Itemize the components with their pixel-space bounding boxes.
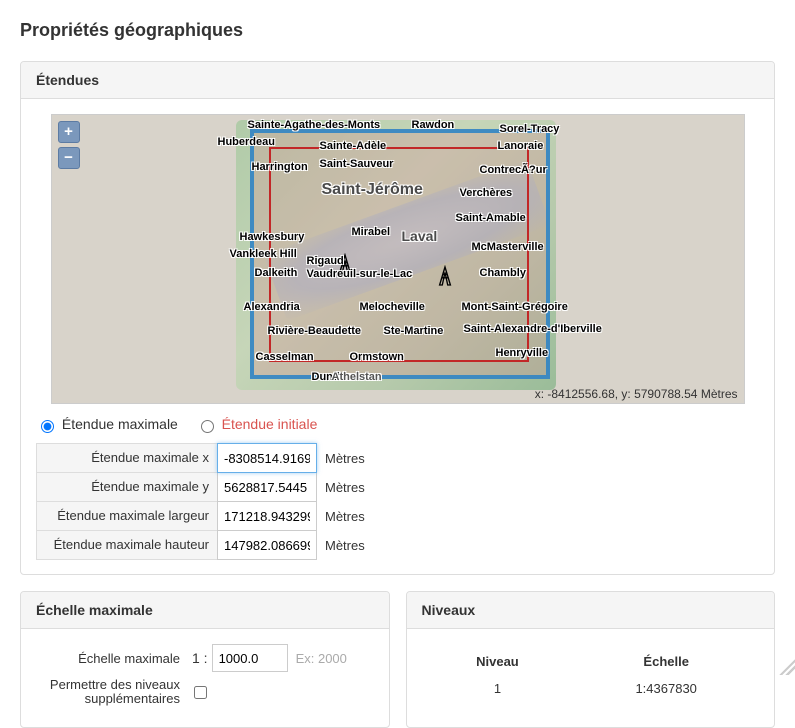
extent-w-label: Étendue maximale largeur: [36, 501, 218, 531]
levels-table: Niveau Échelle 1 1:4367830: [422, 648, 760, 702]
levels-panel: Niveaux Niveau Échelle 1 1:4367830: [406, 591, 776, 728]
extent-h-unit: Mètres: [317, 538, 365, 553]
scale-allow-extra-label: Permettre des niveaux supplémentaires: [36, 678, 188, 706]
scale-hint: Ex: 2000: [288, 651, 347, 666]
extent-max-radio[interactable]: [41, 420, 54, 433]
page-title: Propriétés géographiques: [20, 20, 775, 41]
scale-allow-extra-checkbox[interactable]: [194, 686, 207, 699]
zoom-in-button[interactable]: +: [58, 121, 80, 143]
extent-h-input[interactable]: [217, 530, 317, 560]
extent-y-unit: Mètres: [317, 480, 365, 495]
scale-max-label: Échelle maximale: [36, 651, 188, 666]
scale-max-input[interactable]: [212, 644, 288, 672]
zoom-out-button[interactable]: −: [58, 147, 80, 169]
extents-heading: Étendues: [21, 62, 774, 99]
resize-handle[interactable]: [779, 659, 795, 675]
extent-x-unit: Mètres: [317, 451, 365, 466]
scale-heading: Échelle maximale: [21, 592, 389, 629]
extent-initial-radio[interactable]: [201, 420, 214, 433]
extent-y-label: Étendue maximale y: [36, 472, 218, 502]
levels-col-scale: Échelle: [573, 648, 759, 675]
extent-x-input[interactable]: [217, 443, 317, 473]
table-row: 1 1:4367830: [422, 675, 760, 702]
scale-prefix: 1 :: [188, 650, 212, 666]
extent-y-input[interactable]: [217, 472, 317, 502]
extent-max-text: Étendue maximale: [62, 416, 178, 432]
extent-initial-text: Étendue initiale: [222, 416, 318, 432]
levels-col-level: Niveau: [422, 648, 574, 675]
scale-cell: 1:4367830: [573, 675, 759, 702]
extent-initial-radio-label[interactable]: Étendue initiale: [196, 416, 318, 432]
extent-max-radio-label[interactable]: Étendue maximale: [36, 416, 182, 432]
map-surface: Sainte-Agathe-des-Monts Rawdon Sorel-Tra…: [52, 115, 744, 403]
map[interactable]: + − Sainte-Agathe-des-Monts Rawdon Sorel…: [51, 114, 745, 404]
extent-h-label: Étendue maximale hauteur: [36, 530, 218, 560]
level-cell: 1: [422, 675, 574, 702]
levels-heading: Niveaux: [407, 592, 775, 629]
scale-panel: Échelle maximale Échelle maximale 1 : Ex…: [20, 591, 390, 728]
extents-panel: Étendues + − Sainte-Agathe-des-Monts Raw…: [20, 61, 775, 575]
extent-initial-rectangle[interactable]: [269, 147, 529, 362]
extent-x-label: Étendue maximale x: [36, 443, 218, 473]
map-cursor-coords: x: -8412556.68, y: 5790788.54 Mètres: [535, 387, 738, 401]
extent-w-unit: Mètres: [317, 509, 365, 524]
extent-w-input[interactable]: [217, 501, 317, 531]
